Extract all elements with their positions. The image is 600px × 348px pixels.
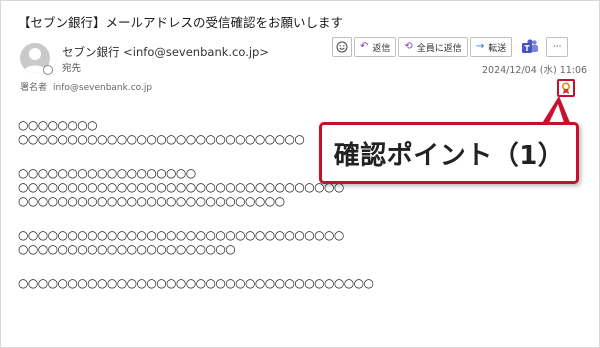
callout-text: 確認ポイント（1） — [333, 140, 565, 171]
check-point-callout: 確認ポイント（1） — [319, 122, 579, 184]
email-reading-pane: 【セブン銀行】メールアドレスの受信確認をお願いします セブン銀行 <info@s… — [0, 0, 600, 348]
